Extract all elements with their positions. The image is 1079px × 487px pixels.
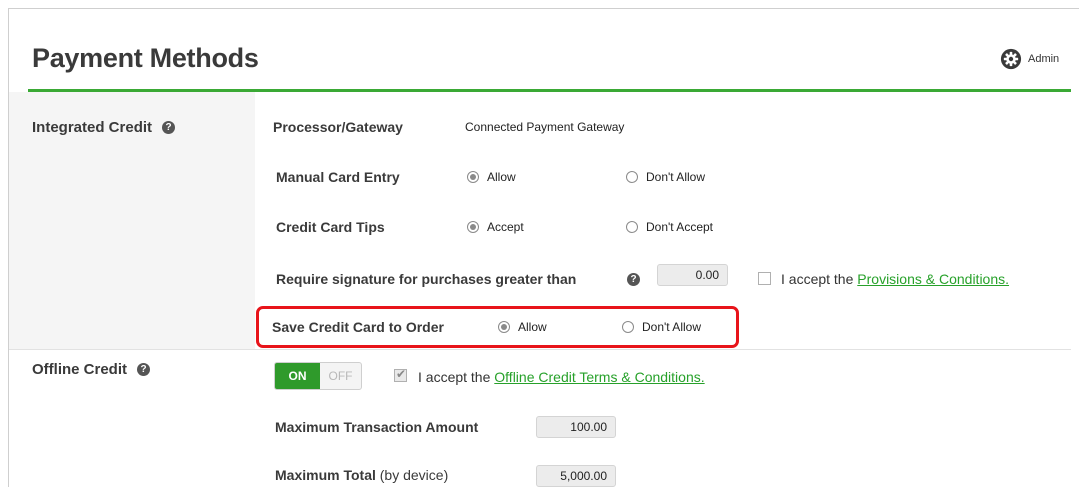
offline-terms-link[interactable]: Offline Credit Terms & Conditions. (494, 369, 704, 385)
tips-deny-radio[interactable]: Don't Accept (626, 220, 713, 234)
section-divider (9, 349, 1071, 350)
page-title: Payment Methods (32, 43, 259, 73)
save-card-allow-radio[interactable]: Allow (498, 320, 547, 334)
radio-label: Don't Allow (646, 170, 705, 184)
radio-checked-icon (467, 221, 479, 233)
signature-threshold-input[interactable]: 0.00 (657, 264, 728, 286)
radio-label: Accept (487, 220, 524, 234)
offline-terms-accept-text: I accept the Offline Credit Terms & Cond… (418, 369, 705, 385)
radio-unchecked-icon (626, 171, 638, 183)
offline-credit-heading: Offline Credit ? (32, 361, 151, 378)
manual-card-entry-label: Manual Card Entry (276, 169, 400, 185)
toggle-off-label: OFF (328, 369, 353, 383)
offline-credit-label: Offline Credit (32, 361, 128, 378)
toggle-on-label: ON (275, 363, 320, 389)
offline-credit-toggle[interactable]: ON OFF (274, 362, 362, 390)
radio-label: Allow (487, 170, 516, 184)
provisions-checkbox[interactable] (758, 272, 771, 285)
processor-label: Processor/Gateway (273, 119, 403, 135)
offline-terms-checkbox[interactable] (394, 367, 407, 382)
accept-prefix: I accept the (418, 369, 491, 385)
help-icon[interactable]: ? (162, 121, 176, 134)
manual-entry-allow-radio[interactable]: Allow (467, 170, 516, 184)
provisions-link[interactable]: Provisions & Conditions. (857, 271, 1009, 287)
max-total-label-suffix: (by device) (379, 467, 449, 483)
admin-button[interactable]: Admin (1000, 48, 1059, 70)
max-total-label: Maximum Total (by device) (275, 467, 448, 483)
radio-label: Allow (518, 320, 547, 334)
tips-accept-radio[interactable]: Accept (467, 220, 524, 234)
admin-label: Admin (1028, 53, 1060, 65)
save-card-to-order-label: Save Credit Card to Order (272, 319, 444, 335)
processor-value: Connected Payment Gateway (465, 120, 625, 134)
provisions-accept-text: I accept the Provisions & Conditions. (781, 271, 1009, 287)
integrated-credit-label: Integrated Credit (32, 119, 153, 136)
radio-checked-icon (467, 171, 479, 183)
radio-label: Don't Allow (642, 320, 701, 334)
integrated-credit-heading: Integrated Credit ? (32, 119, 176, 136)
save-card-deny-radio[interactable]: Don't Allow (622, 320, 701, 334)
radio-label: Don't Accept (646, 220, 713, 234)
manual-entry-deny-radio[interactable]: Don't Allow (626, 170, 705, 184)
max-total-label-text: Maximum Total (275, 467, 376, 483)
gear-icon (1000, 48, 1022, 70)
max-total-input[interactable]: 5,000.00 (536, 465, 616, 487)
help-icon[interactable]: ? (627, 273, 640, 286)
signature-threshold-label: Require signature for purchases greater … (276, 271, 577, 287)
credit-card-tips-label: Credit Card Tips (276, 219, 385, 235)
help-icon[interactable]: ? (137, 363, 151, 376)
radio-checked-icon (498, 321, 510, 333)
max-transaction-input[interactable]: 100.00 (536, 416, 616, 438)
radio-unchecked-icon (626, 221, 638, 233)
radio-unchecked-icon (622, 321, 634, 333)
max-transaction-label: Maximum Transaction Amount (275, 419, 479, 435)
accept-prefix: I accept the (781, 271, 854, 287)
